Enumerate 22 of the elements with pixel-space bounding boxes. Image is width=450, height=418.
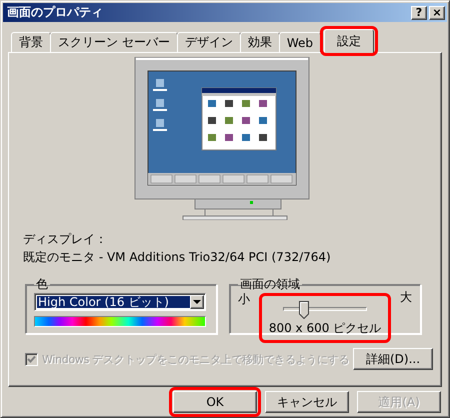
display-label: ディスプレイ： — [23, 231, 108, 248]
group-title: 画面の領域 — [239, 278, 301, 291]
dropdown-arrow-icon — [193, 300, 201, 304]
tab[interactable]: Web — [278, 32, 321, 52]
color-dropdown[interactable]: High Color (16 ビット) — [34, 293, 206, 311]
group-title: 色 — [35, 278, 49, 291]
window-title: 画面のプロパティ — [7, 4, 104, 21]
close-button[interactable]: × — [429, 6, 445, 20]
dialog-button[interactable]: OK — [173, 391, 257, 413]
slider-thumb[interactable] — [299, 301, 310, 319]
tab[interactable]: デザイン — [176, 32, 241, 52]
min-label: 小 — [238, 291, 250, 308]
help-button[interactable]: ? — [411, 6, 427, 20]
tab[interactable]: 効果 — [240, 32, 280, 52]
dialog-button[interactable]: キャンセル — [265, 391, 349, 413]
tab[interactable]: 背景 — [11, 32, 51, 52]
tab[interactable]: スクリーン セーバー — [50, 32, 178, 52]
resolution-reading: 800 x 600 ピクセル — [268, 320, 382, 337]
display-name: 既定のモニタ - VM Additions Trio32/64 PCI (732/764) — [23, 249, 332, 266]
dropdown-button[interactable] — [190, 295, 204, 309]
max-label: 大 — [400, 289, 412, 306]
advanced-button[interactable]: 詳細(D)... — [353, 348, 433, 370]
